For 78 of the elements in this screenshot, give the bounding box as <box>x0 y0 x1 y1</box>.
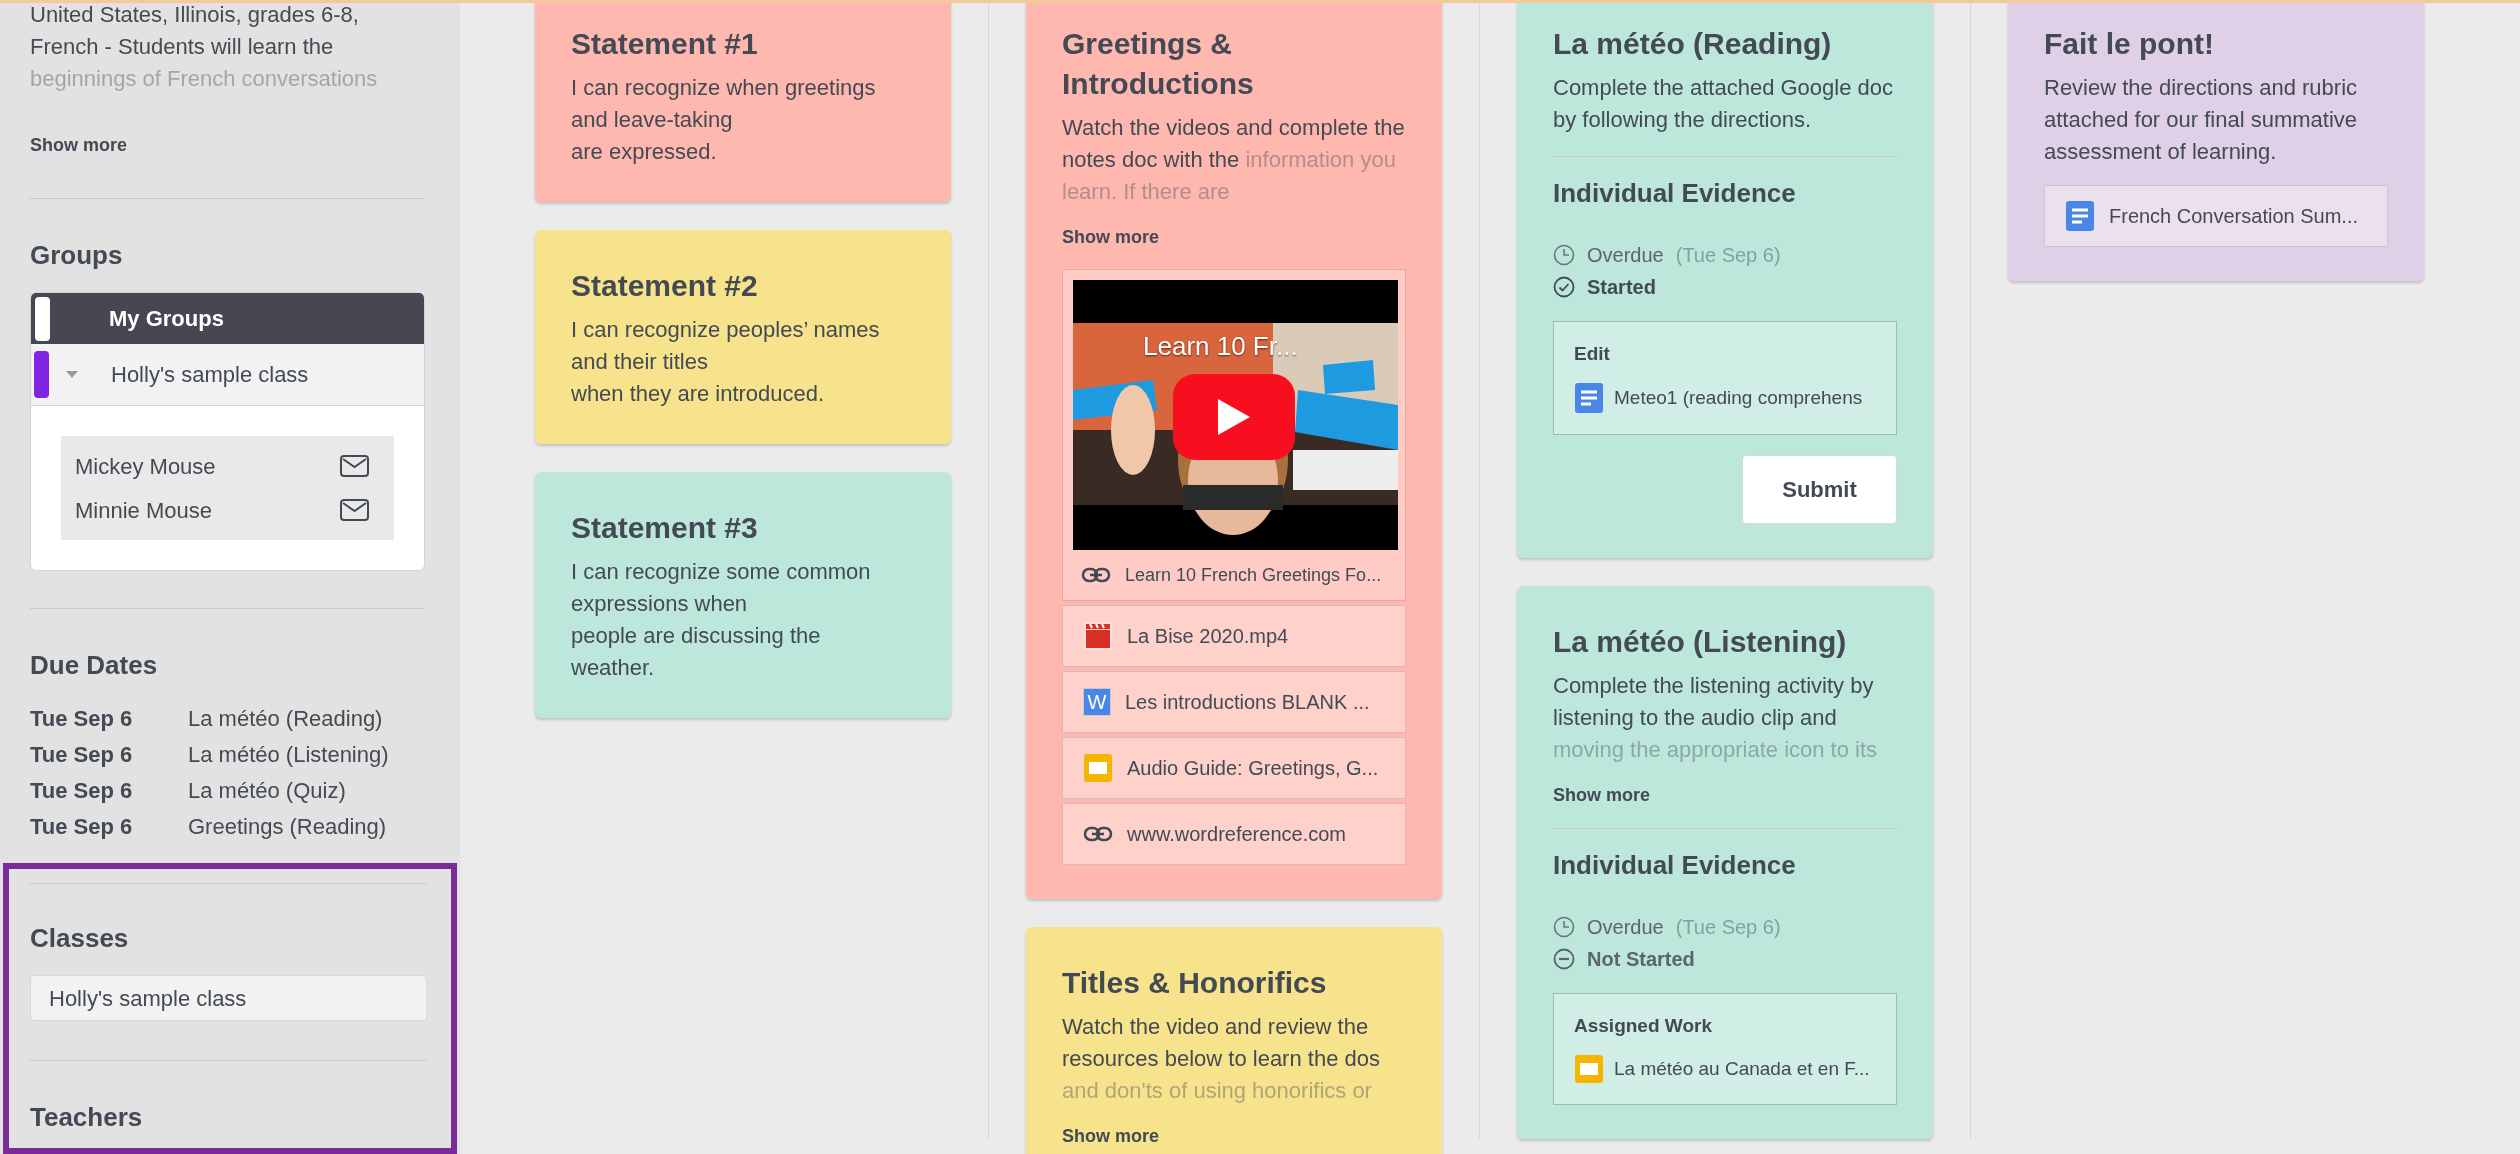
document-icon <box>1574 382 1604 414</box>
clapperboard-icon <box>1083 621 1113 651</box>
due-date: (Tue Sep 6) <box>1675 243 1781 268</box>
attachment[interactable]: www.wordreference.com <box>1062 803 1406 865</box>
due-item[interactable]: La météo (Listening) <box>188 737 389 771</box>
card-title: Greetings & Introductions <box>1062 26 1255 102</box>
card-title: Titles & Honorifics <box>1062 965 1328 1001</box>
section-heading: Due Dates <box>30 649 159 682</box>
card-title: Statement #3 <box>571 510 759 546</box>
show-more-link[interactable]: Show more <box>1062 224 1159 250</box>
card-description: Watch the videos and complete the notes doc with the information you learn. If there are <box>1062 114 1406 206</box>
attachment[interactable]: La Bise 2020.mp4 <box>1062 605 1406 667</box>
document-icon <box>2065 200 2095 232</box>
card-title: La météo (Listening) <box>1553 624 1848 660</box>
attachment-name: Audio Guide: Greetings, G... <box>1127 756 1379 781</box>
due-date: Tue Sep 6 <box>30 704 134 733</box>
show-more-link[interactable]: Show more <box>1062 1123 1159 1149</box>
due-item[interactable]: Greetings (Reading) <box>188 809 387 843</box>
card-description: I can recognize peoples’ names and their titles when they are introduced. <box>571 316 881 408</box>
due-status: Overdue <box>1587 915 1664 940</box>
section-heading: Individual Evidence <box>1553 849 1797 882</box>
panel-title: Edit <box>1574 342 1611 366</box>
card-description: Review the directions and rubric attached for our final summative assessment of learning. <box>2044 74 2359 166</box>
play-button[interactable] <box>1173 374 1295 460</box>
document-icon: W <box>1083 688 1111 716</box>
group-name: Holly's sample class <box>111 361 309 389</box>
work-status: Not Started <box>1587 947 1695 972</box>
mail-icon[interactable] <box>340 499 369 521</box>
due-status: Overdue <box>1587 243 1664 268</box>
attachment-name[interactable]: La météo au Canada et en F... <box>1614 1054 1870 1084</box>
slides-icon <box>1083 753 1113 783</box>
due-date: Tue Sep 6 <box>30 776 134 805</box>
member-name: Minnie Mouse <box>75 496 212 525</box>
group-header: My Groups <box>109 305 224 333</box>
show-more-link[interactable]: Show more <box>30 131 127 159</box>
slides-icon <box>1574 1054 1604 1084</box>
card-description: I can recognize when greetings and leave-taking are expressed. <box>571 74 877 166</box>
panel-title: Assigned Work <box>1574 1014 1713 1038</box>
play-icon <box>1216 397 1252 437</box>
card-title: Statement #1 <box>571 26 759 62</box>
attachment[interactable]: W Les introductions BLANK ... <box>1062 671 1406 733</box>
group-row[interactable]: Holly's sample class <box>31 344 424 406</box>
link-icon <box>1081 566 1111 584</box>
attachment-name: La Bise 2020.mp4 <box>1127 624 1289 649</box>
attachment-name: French Conversation Sum... <box>2109 204 2358 229</box>
attachment[interactable]: French Conversation Sum... <box>2044 185 2388 247</box>
section-heading: Teachers <box>30 1101 144 1134</box>
attachment-name: www.wordreference.com <box>1127 822 1346 847</box>
card-description: Complete the listening activity by listening to the audio clip and moving the appropriate icon to its <box>1553 672 1879 764</box>
submit-button[interactable]: Submit <box>1742 455 1897 524</box>
card-title: Fait le pont! <box>2044 26 2215 62</box>
section-heading: Individual Evidence <box>1553 177 1797 210</box>
attachment-name: Les introductions BLANK ... <box>1125 690 1370 715</box>
member-name: Mickey Mouse <box>75 452 216 481</box>
due-item[interactable]: La météo (Quiz) <box>188 773 346 807</box>
class-item[interactable]: Holly's sample class <box>30 975 427 1021</box>
card-description: Complete the attached Google doc by following the directions. <box>1553 74 1894 134</box>
card-title: La météo (Reading) <box>1553 26 1833 62</box>
due-date: (Tue Sep 6) <box>1675 915 1781 940</box>
card-title: Statement #2 <box>571 268 759 304</box>
clock-icon <box>1553 916 1575 938</box>
class-description: United States, Illinois, grades 6-8, French - Students will learn the beginnings of French conversations <box>30 3 379 93</box>
attachment[interactable]: Audio Guide: Greetings, G... <box>1062 737 1406 799</box>
work-status: Started <box>1587 275 1656 300</box>
show-more-link[interactable]: Show more <box>1553 782 1650 808</box>
section-heading: Groups <box>30 239 124 272</box>
card-description: I can recognize some common expressions when people are discussing the weather. <box>571 558 872 682</box>
tab-marker <box>35 296 50 341</box>
section-heading: Classes <box>30 922 130 955</box>
due-date: Tue Sep 6 <box>30 740 134 769</box>
link-icon <box>1083 825 1113 843</box>
due-item[interactable]: La météo (Reading) <box>188 701 383 735</box>
attachment-name: Learn 10 French Greetings Fo... <box>1125 563 1382 587</box>
mail-icon[interactable] <box>340 455 369 477</box>
clock-icon <box>1553 244 1575 266</box>
attachment-name[interactable]: Meteo1 (reading comprehens <box>1614 383 1863 413</box>
card-description: Watch the video and review the resources below to learn the dos and don'ts of using honorifics or <box>1062 1013 1381 1105</box>
due-date: Tue Sep 6 <box>30 812 134 841</box>
